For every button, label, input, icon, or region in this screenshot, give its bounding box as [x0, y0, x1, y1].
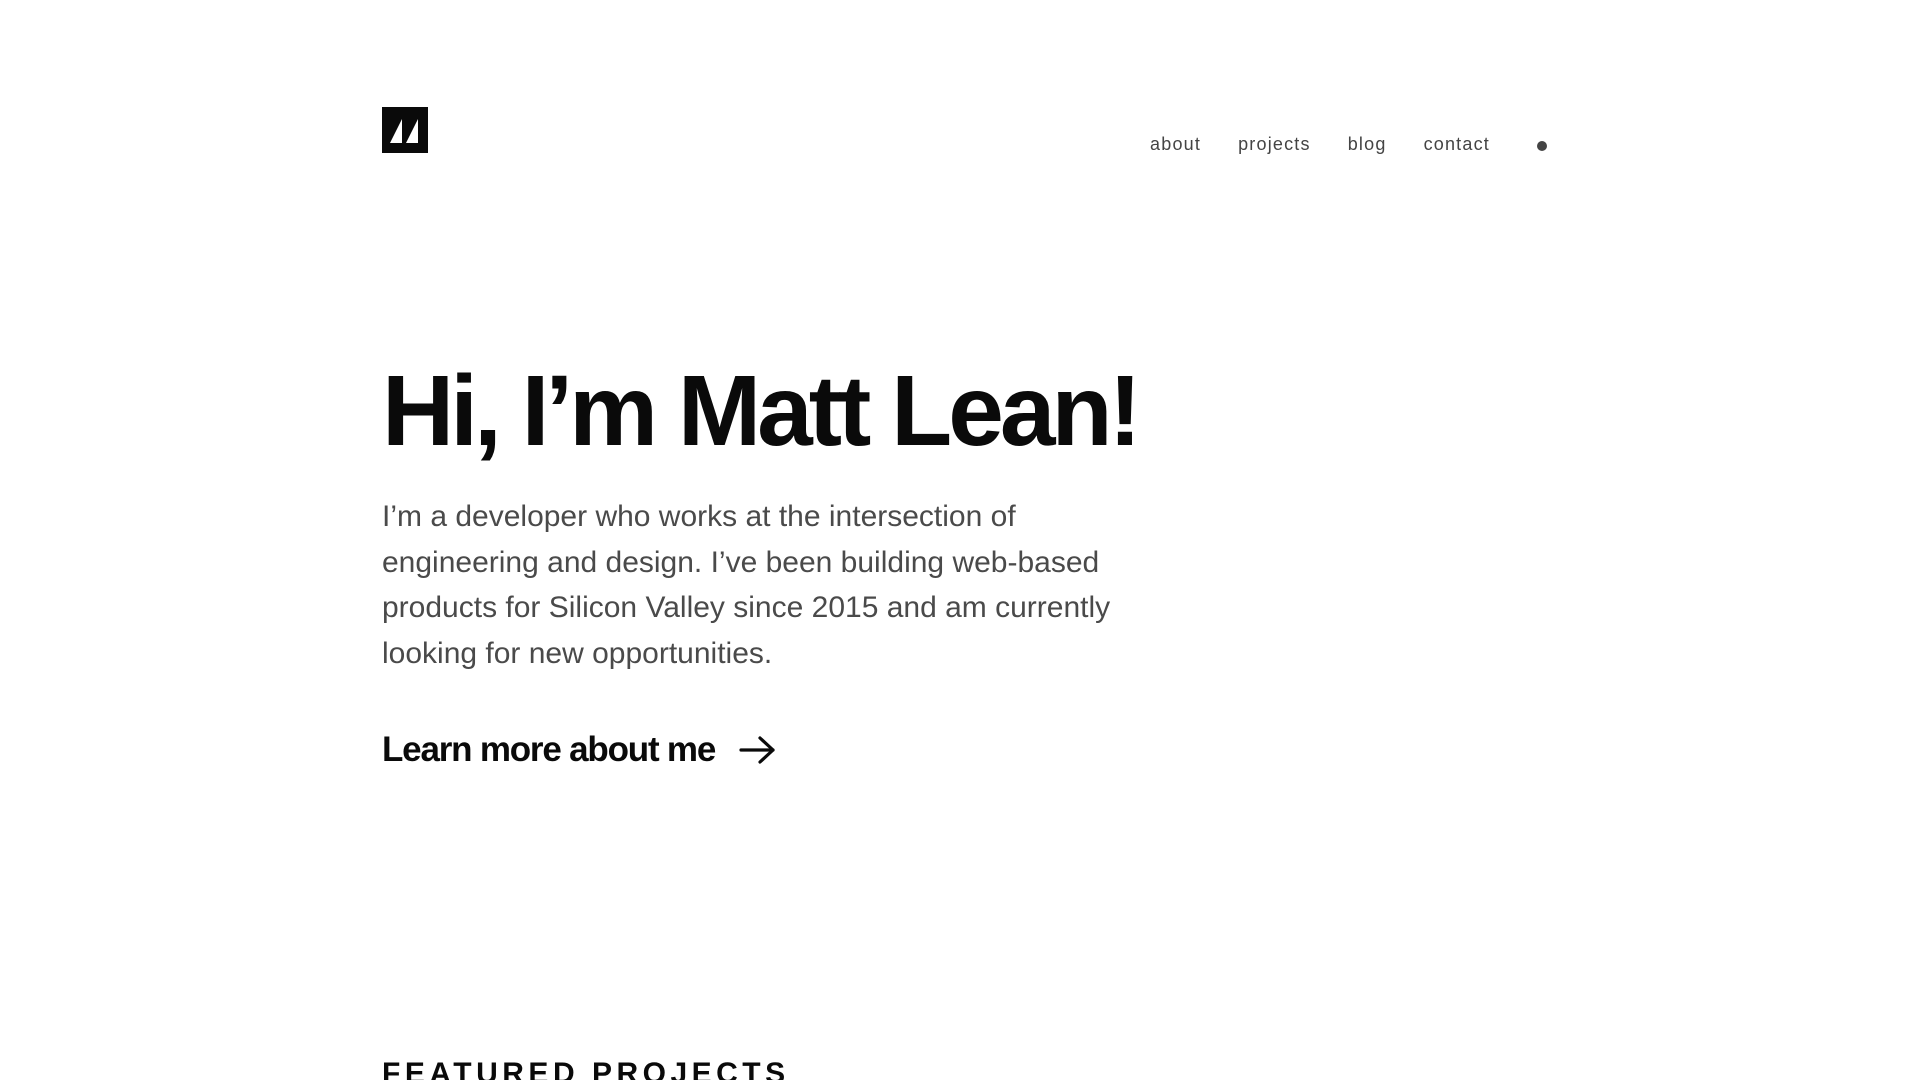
stylized-m-logo-icon — [382, 107, 428, 153]
hero-title: Hi, I’m Matt Lean! — [382, 355, 1142, 467]
arrow-right-icon — [739, 736, 775, 764]
page: about projects blog contact Hi, I’m Matt… — [0, 0, 1920, 1080]
featured-projects-heading: FEATURED PROJECTS — [382, 1057, 790, 1080]
hero-description: I’m a developer who works at the interse… — [382, 500, 1111, 670]
learn-more-label: Learn more about me — [382, 730, 716, 769]
site-header: about projects blog contact — [382, 107, 1547, 155]
nav-item-about[interactable]: about — [1150, 133, 1201, 155]
nav-item-contact[interactable]: contact — [1424, 133, 1490, 155]
nav-item-projects[interactable]: projects — [1238, 133, 1311, 155]
main-nav: about projects blog contact — [1150, 133, 1547, 155]
nav-item-blog[interactable]: blog — [1348, 133, 1387, 155]
learn-more-link[interactable]: Learn more about me — [382, 728, 777, 772]
theme-toggle-dot-icon[interactable] — [1537, 141, 1547, 151]
hero-section: Hi, I’m Matt Lean! I’m a developer who w… — [382, 356, 1202, 676]
